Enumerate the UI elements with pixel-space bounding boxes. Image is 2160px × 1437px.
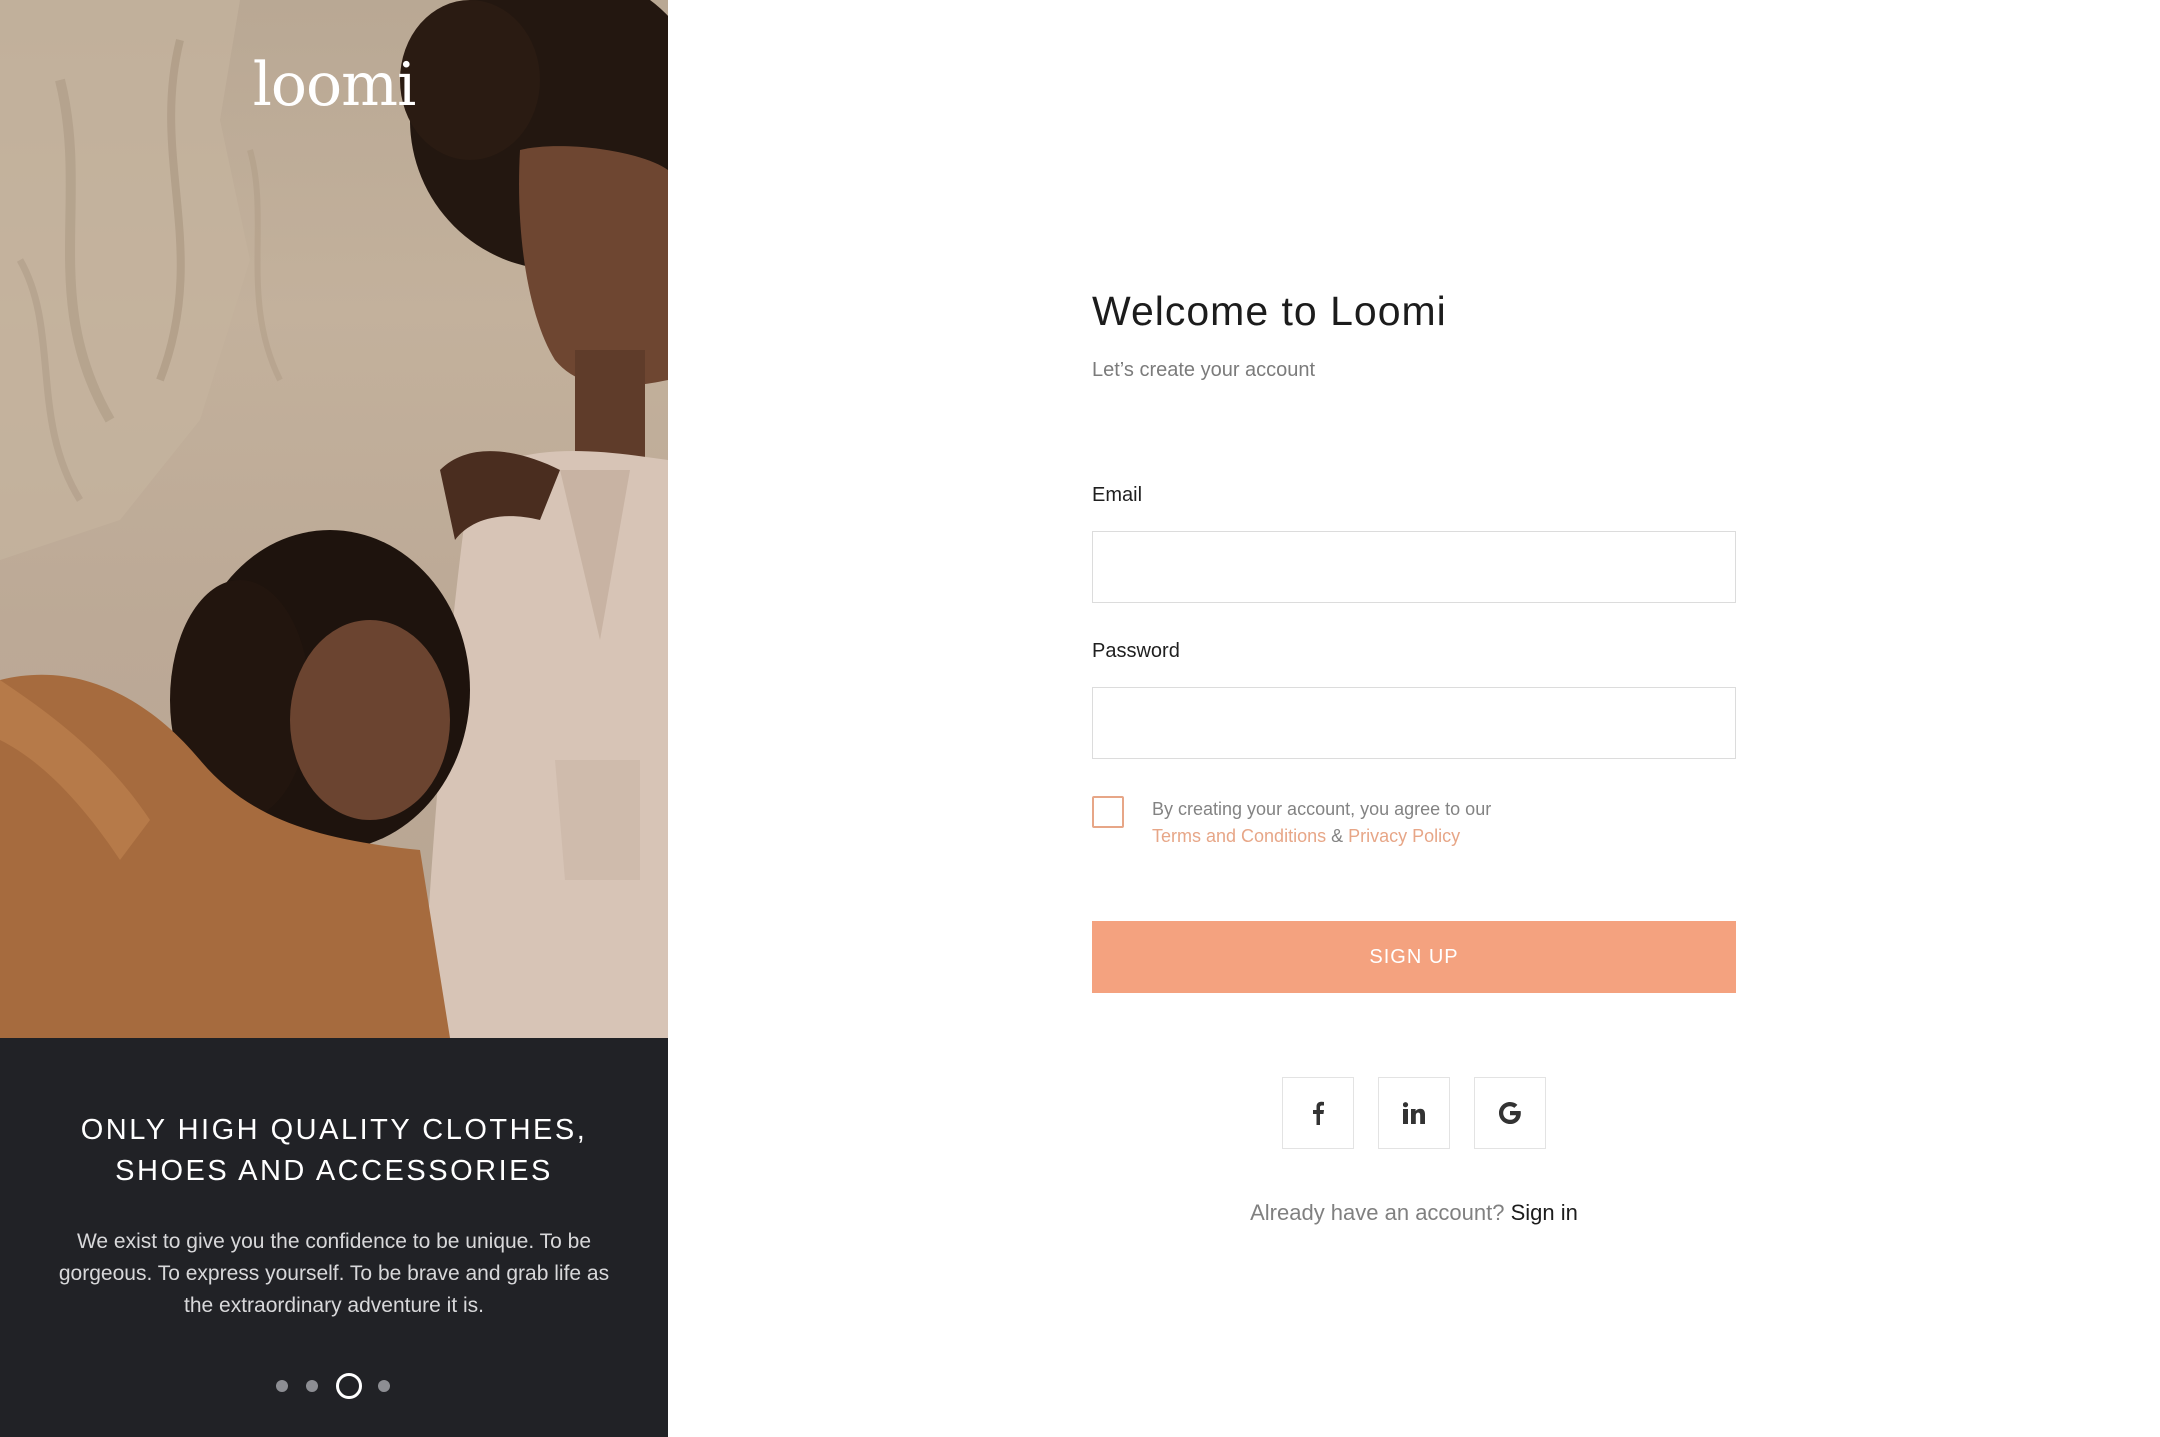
sign-in-link[interactable]: Sign in	[1511, 1200, 1578, 1225]
social-login-buttons	[1282, 1077, 1546, 1149]
terms-text: By creating your account, you agree to o…	[1152, 796, 1712, 850]
carousel-dot-1[interactable]	[276, 1380, 288, 1392]
sign-up-button[interactable]: SIGN UP	[1092, 921, 1736, 993]
terms-prefix: By creating your account, you agree to o…	[1152, 799, 1492, 819]
password-label: Password	[1092, 640, 1180, 662]
email-label: Email	[1092, 484, 1143, 506]
google-login-button[interactable]	[1474, 1077, 1546, 1149]
promo-title: ONLY HIGH QUALITY CLOTHES, SHOES AND ACC…	[40, 1110, 628, 1192]
google-icon	[1499, 1102, 1521, 1124]
privacy-link[interactable]: Privacy Policy	[1348, 826, 1460, 846]
hero-photo: loomi	[0, 0, 668, 1038]
left-panel: loomi ONLY HIGH QUALITY CLOTHES, SHOES A…	[0, 0, 668, 1437]
loomi-logo: loomi	[252, 50, 417, 120]
password-field[interactable]	[1092, 687, 1736, 759]
carousel-dot-4[interactable]	[378, 1380, 390, 1392]
promo-body: We exist to give you the confidence to b…	[58, 1230, 610, 1317]
agree-terms-checkbox[interactable]	[1092, 796, 1124, 828]
facebook-icon	[1313, 1101, 1324, 1125]
linkedin-icon	[1403, 1102, 1425, 1124]
signin-prompt-text: Already have an account?	[1250, 1200, 1505, 1225]
terms-ampersand: &	[1331, 826, 1344, 846]
carousel-dot-3-active[interactable]	[336, 1373, 362, 1399]
email-field[interactable]	[1092, 531, 1736, 603]
signup-form: Welcome to Loomi Let’s create your accou…	[1092, 0, 1736, 1437]
carousel-dot-2[interactable]	[306, 1380, 318, 1392]
signin-prompt: Already have an account? Sign in	[1092, 1200, 1736, 1226]
page-title: Welcome to Loomi	[1092, 288, 1447, 334]
hero-illustration	[0, 0, 668, 1038]
promo-title-line-1: ONLY HIGH QUALITY CLOTHES,	[80, 1114, 588, 1146]
facebook-login-button[interactable]	[1282, 1077, 1354, 1149]
terms-link[interactable]: Terms and Conditions	[1152, 826, 1326, 846]
promo-title-line-2: SHOES AND ACCESSORIES	[115, 1155, 553, 1187]
page-subtitle: Let’s create your account	[1092, 359, 1316, 381]
carousel-indicators	[0, 1373, 668, 1399]
terms-links-line: Terms and Conditions & Privacy Policy	[1152, 823, 1712, 850]
linkedin-login-button[interactable]	[1378, 1077, 1450, 1149]
